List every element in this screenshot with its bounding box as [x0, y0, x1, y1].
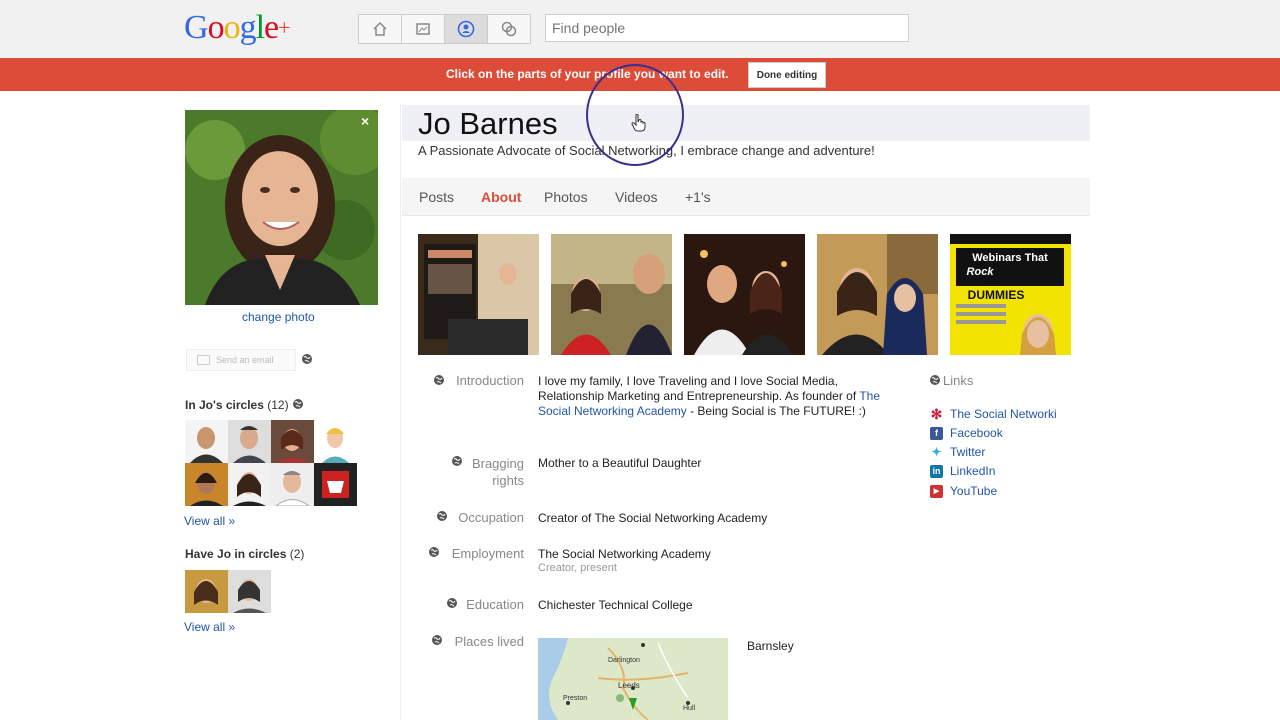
employment-sub: Creator, present	[538, 562, 617, 574]
in-circles-count: (12)	[267, 398, 289, 412]
introduction-text-1: I love my family, I love Traveling and I…	[538, 374, 838, 388]
introduction-text-3: - Being Social is The FUTURE! :)	[686, 404, 866, 418]
circles-icon[interactable]	[487, 14, 531, 44]
logo-plus: +	[278, 15, 290, 40]
introduction-value[interactable]: I love my family, I love Traveling and I…	[538, 374, 880, 419]
avatar[interactable]	[185, 420, 228, 463]
photo-thumbnail[interactable]	[551, 234, 672, 355]
globe-icon	[293, 399, 303, 409]
education-value[interactable]: Chichester Technical College	[538, 598, 693, 612]
education-label: Education	[466, 597, 524, 612]
home-icon[interactable]	[358, 14, 402, 44]
in-circles-title: In Jo's circles (12)	[185, 398, 289, 412]
tab-videos[interactable]: Videos	[615, 189, 658, 205]
top-bar: Google+	[0, 0, 1280, 59]
places-map[interactable]: Darlington Preston Leeds Hull	[538, 638, 728, 720]
avatar[interactable]	[228, 463, 271, 506]
nav-icons	[358, 14, 531, 44]
photo-strip: Webinars That Rock FOR DUMMIES	[418, 234, 1083, 355]
globe-icon	[930, 375, 940, 385]
map-label: Darlington	[608, 657, 640, 664]
send-email-label: Send an email	[216, 355, 274, 365]
occupation-label: Occupation	[458, 510, 524, 525]
photo-thumbnail[interactable]	[418, 234, 539, 355]
bragging-rights-value[interactable]: Mother to a Beautiful Daughter	[538, 456, 701, 470]
book-title-line-2: Rock	[967, 266, 995, 278]
linkedin-icon: in	[930, 464, 943, 478]
tab-posts[interactable]: Posts	[419, 189, 454, 205]
in-circles-label: In Jo's circles	[185, 398, 264, 412]
photo-thumbnail[interactable]	[817, 234, 938, 355]
globe-icon	[302, 354, 312, 364]
find-people-input[interactable]	[545, 14, 909, 42]
send-email-button[interactable]: Send an email	[186, 349, 296, 371]
change-photo-link[interactable]: change photo	[242, 310, 315, 324]
tab-about[interactable]: About	[481, 189, 521, 205]
avatar[interactable]	[185, 463, 228, 506]
places-lived-label: Places lived	[454, 634, 524, 649]
banner-text: Click on the parts of your profile you w…	[446, 67, 729, 81]
employment-value[interactable]: The Social Networking Academy	[538, 547, 711, 561]
introduction-link-2[interactable]: Social Networking Academy	[538, 404, 687, 418]
avatar[interactable]	[228, 570, 271, 613]
avatar[interactable]	[314, 463, 357, 506]
link-linkedin[interactable]: in LinkedIn	[930, 464, 995, 478]
link-twitter[interactable]: ✦ Twitter	[930, 445, 985, 459]
links-title: Links	[943, 373, 974, 388]
hand-cursor-icon	[631, 114, 646, 132]
profile-icon[interactable]	[444, 14, 488, 44]
have-in-circles-title: Have Jo in circles (2)	[185, 547, 304, 561]
avatar[interactable]	[271, 463, 314, 506]
link-label: Twitter	[950, 445, 986, 459]
introduction-label: Introduction	[456, 373, 524, 388]
profile-photo[interactable]	[185, 110, 378, 305]
view-all-have-in-circles-link[interactable]: View all »	[184, 620, 235, 634]
link-social-networking-academy[interactable]: ✻ The Social Networki	[930, 405, 1057, 422]
mail-icon	[197, 355, 210, 365]
link-youtube[interactable]: ▶ YouTube	[930, 484, 997, 498]
book-title-line-3: FOR	[983, 281, 998, 288]
tab-photos[interactable]: Photos	[544, 189, 588, 205]
bragging-rights-label: Bragging rights	[419, 455, 524, 489]
map-label: Leeds	[618, 681, 640, 690]
map-label: Hull	[683, 705, 696, 712]
map-label: Preston	[563, 695, 587, 702]
employment-label: Employment	[451, 546, 524, 561]
occupation-value[interactable]: Creator of The Social Networking Academy	[538, 511, 767, 525]
link-label: Facebook	[950, 426, 1003, 440]
book-title-line-4: DUMMIES	[968, 288, 1025, 302]
google-plus-logo[interactable]: Google+	[184, 9, 291, 47]
link-label: The Social Networki	[950, 407, 1057, 421]
link-label: YouTube	[950, 484, 998, 498]
bragging-label-line-1: Bragging	[471, 456, 524, 471]
in-circles-avatars	[185, 420, 357, 506]
link-facebook[interactable]: f Facebook	[930, 426, 1003, 440]
have-in-circles-count: (2)	[289, 547, 305, 561]
avatar[interactable]	[271, 420, 314, 463]
tab-plus-ones[interactable]: +1's	[685, 189, 711, 205]
youtube-icon: ▶	[930, 484, 943, 498]
view-all-in-circles-link[interactable]: View all »	[184, 514, 235, 528]
done-editing-button[interactable]: Done editing	[748, 62, 826, 88]
have-in-circles-label: Have Jo in circles	[185, 547, 287, 561]
link-label: LinkedIn	[950, 464, 996, 478]
twitter-icon: ✦	[930, 445, 943, 459]
have-in-circles-avatars	[185, 570, 271, 613]
book-cover-thumbnail[interactable]: Webinars That Rock FOR DUMMIES	[950, 234, 1071, 355]
facebook-icon: f	[930, 426, 943, 440]
photo-thumbnail[interactable]	[684, 234, 805, 355]
avatar[interactable]	[185, 570, 228, 613]
avatar[interactable]	[228, 420, 271, 463]
bragging-label-line-2: rights	[492, 473, 524, 488]
introduction-link-1[interactable]: The	[859, 389, 880, 403]
profile-name[interactable]: Jo Barnes	[418, 106, 558, 142]
introduction-text-2: Relationship Marketing and Entrepreneurs…	[538, 389, 857, 403]
photos-icon[interactable]	[401, 14, 445, 44]
avatar[interactable]	[314, 420, 357, 463]
academy-icon: ✻	[930, 405, 943, 422]
place-lived-value[interactable]: Barnsley	[747, 639, 794, 653]
close-photo-icon[interactable]: ×	[361, 113, 369, 129]
book-title-line-1: Webinars That	[972, 252, 1048, 264]
